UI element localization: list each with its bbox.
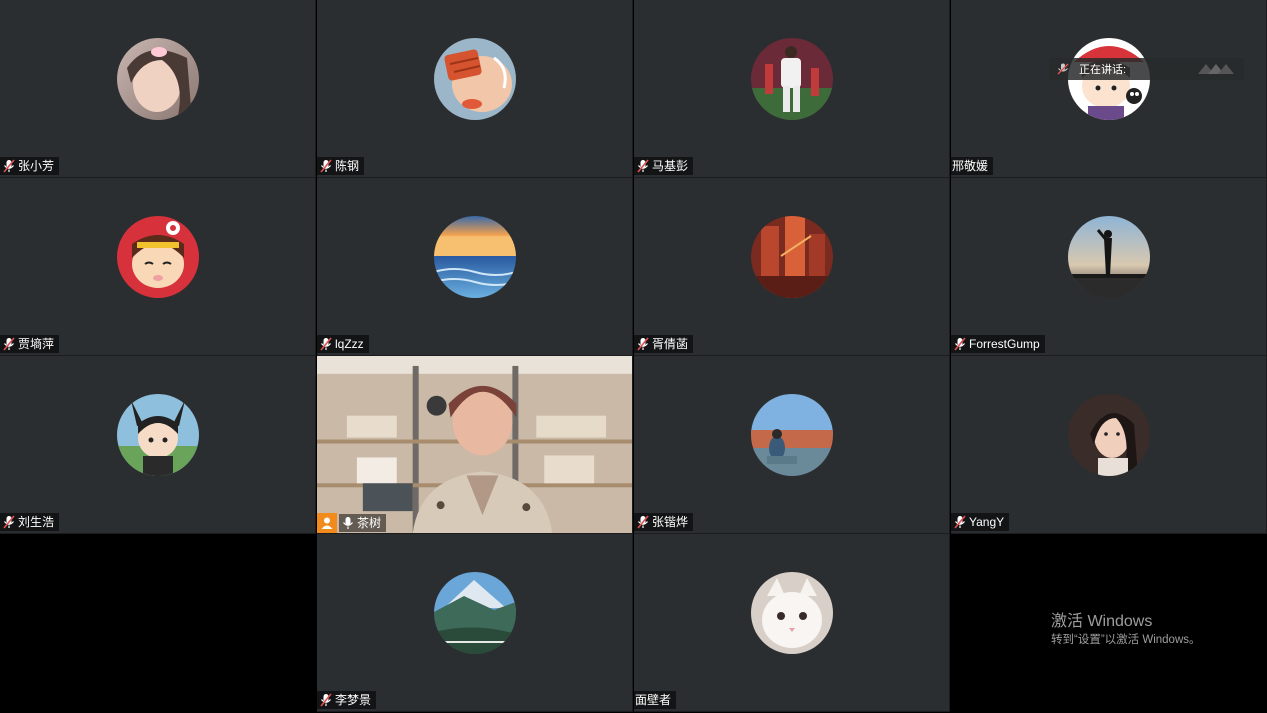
participant-name: 李梦景 (335, 693, 372, 707)
muted-mic-icon (954, 337, 966, 351)
participant-name: 邢敬媛 (952, 159, 989, 173)
participant-tile[interactable]: 胥倩菡 (634, 178, 950, 356)
muted-mic-icon (320, 337, 332, 351)
speaking-dots-icon (1196, 62, 1236, 76)
participant-name: 面壁者 (635, 693, 672, 707)
participant-tile[interactable]: 张小芳 (0, 0, 316, 178)
cartoon-character-avatar (434, 38, 516, 120)
participant-name-tag: 张锴烨 (634, 513, 694, 531)
silhouette-sunset-avatar (1068, 216, 1150, 298)
participant-tile[interactable]: YangY (951, 356, 1267, 534)
participant-name-tag: 贾墒萍 (0, 335, 60, 353)
soccer-player-avatar (751, 38, 833, 120)
participant-name: ForrestGump (969, 337, 1040, 351)
participant-name-tag: ForrestGump (951, 335, 1045, 353)
participant-tile[interactable]: 面壁者 (634, 534, 950, 712)
muted-mic-icon (3, 159, 15, 173)
participant-name-tag: lqZzz (317, 335, 369, 353)
participant-name: 马基彭 (652, 159, 689, 173)
muted-mic-icon (637, 337, 649, 351)
speaking-label: 正在讲话: (1079, 64, 1127, 76)
windows-activation-watermark: 激活 Windows 转到“设置”以激活 Windows。 (1051, 612, 1201, 648)
participant-tile[interactable]: 贾墒萍 (0, 178, 316, 356)
participant-name: YangY (969, 515, 1005, 529)
participant-tile[interactable]: 马基彭 (634, 0, 950, 178)
muted-mic-icon (320, 159, 332, 173)
participant-name-tag: 面壁者 (634, 691, 677, 709)
muted-mic-icon (320, 693, 332, 707)
participant-tile[interactable]: 李梦景 (317, 534, 633, 712)
participant-name: lqZzz (335, 337, 364, 351)
participant-name-tag: 邢敬媛 (951, 157, 994, 175)
participant-name: 张锴烨 (652, 515, 689, 529)
participant-tile[interactable]: lqZzz (317, 178, 633, 356)
participant-video-tile[interactable]: 茶树 (317, 356, 633, 534)
person-seaside-avatar (751, 394, 833, 476)
muted-mic-icon (637, 515, 649, 529)
ocean-sunset-avatar (434, 216, 516, 298)
camera-video-feed (317, 356, 632, 533)
red-building-avatar (751, 216, 833, 298)
watermark-title: 激活 Windows (1051, 613, 1153, 630)
participant-tile[interactable]: ForrestGump (951, 178, 1267, 356)
participant-name: 贾墒萍 (18, 337, 55, 351)
participant-tile[interactable]: 陈钢 (317, 0, 633, 178)
participant-name-tag-label: 茶树 (339, 514, 387, 532)
participant-name-tag: 陈钢 (317, 157, 365, 175)
mic-icon (342, 516, 354, 530)
mountain-landscape-avatar (434, 572, 516, 654)
anime-character-avatar (117, 394, 199, 476)
participant-name: 陈钢 (335, 159, 360, 173)
woman-selfie-avatar (117, 38, 199, 120)
cartoon-girl-red-avatar (117, 216, 199, 298)
participant-tile[interactable]: 正在讲话: 邢敬媛 (951, 0, 1267, 178)
participant-tile[interactable]: 刘生浩 (0, 356, 316, 534)
speaking-indicator: 正在讲话: (1049, 58, 1244, 80)
participant-name-tag: 刘生浩 (0, 513, 60, 531)
muted-mic-icon (954, 515, 966, 529)
participant-tile[interactable]: 张锴烨 (634, 356, 950, 534)
woman-portrait-avatar (1068, 394, 1150, 476)
muted-mic-icon (3, 337, 15, 351)
host-person-icon (317, 513, 337, 533)
participant-name-tag: 胥倩菡 (634, 335, 694, 353)
speaking-mic-icon (1057, 63, 1069, 75)
participant-name: 刘生浩 (18, 515, 55, 529)
participant-name: 胥倩菡 (652, 337, 689, 351)
muted-mic-icon (637, 159, 649, 173)
watermark-subtitle: 转到“设置”以激活 Windows。 (1051, 634, 1201, 646)
participant-name-tag: 马基彭 (634, 157, 694, 175)
muted-mic-icon (3, 515, 15, 529)
white-cat-avatar (751, 572, 833, 654)
participant-name-tag: YangY (951, 513, 1010, 531)
participant-name: 茶树 (357, 516, 382, 530)
video-gallery: 张小芳 陈钢 马基彭 正在讲话: 邢敬媛 贾墒萍 lqZzz 胥倩菡 Forre… (0, 0, 1267, 713)
participant-name: 张小芳 (18, 159, 55, 173)
participant-name-tag: 茶树 (317, 513, 387, 533)
participant-name-tag: 张小芳 (0, 157, 60, 175)
participant-name-tag: 李梦景 (317, 691, 377, 709)
empty-tile (0, 534, 316, 712)
